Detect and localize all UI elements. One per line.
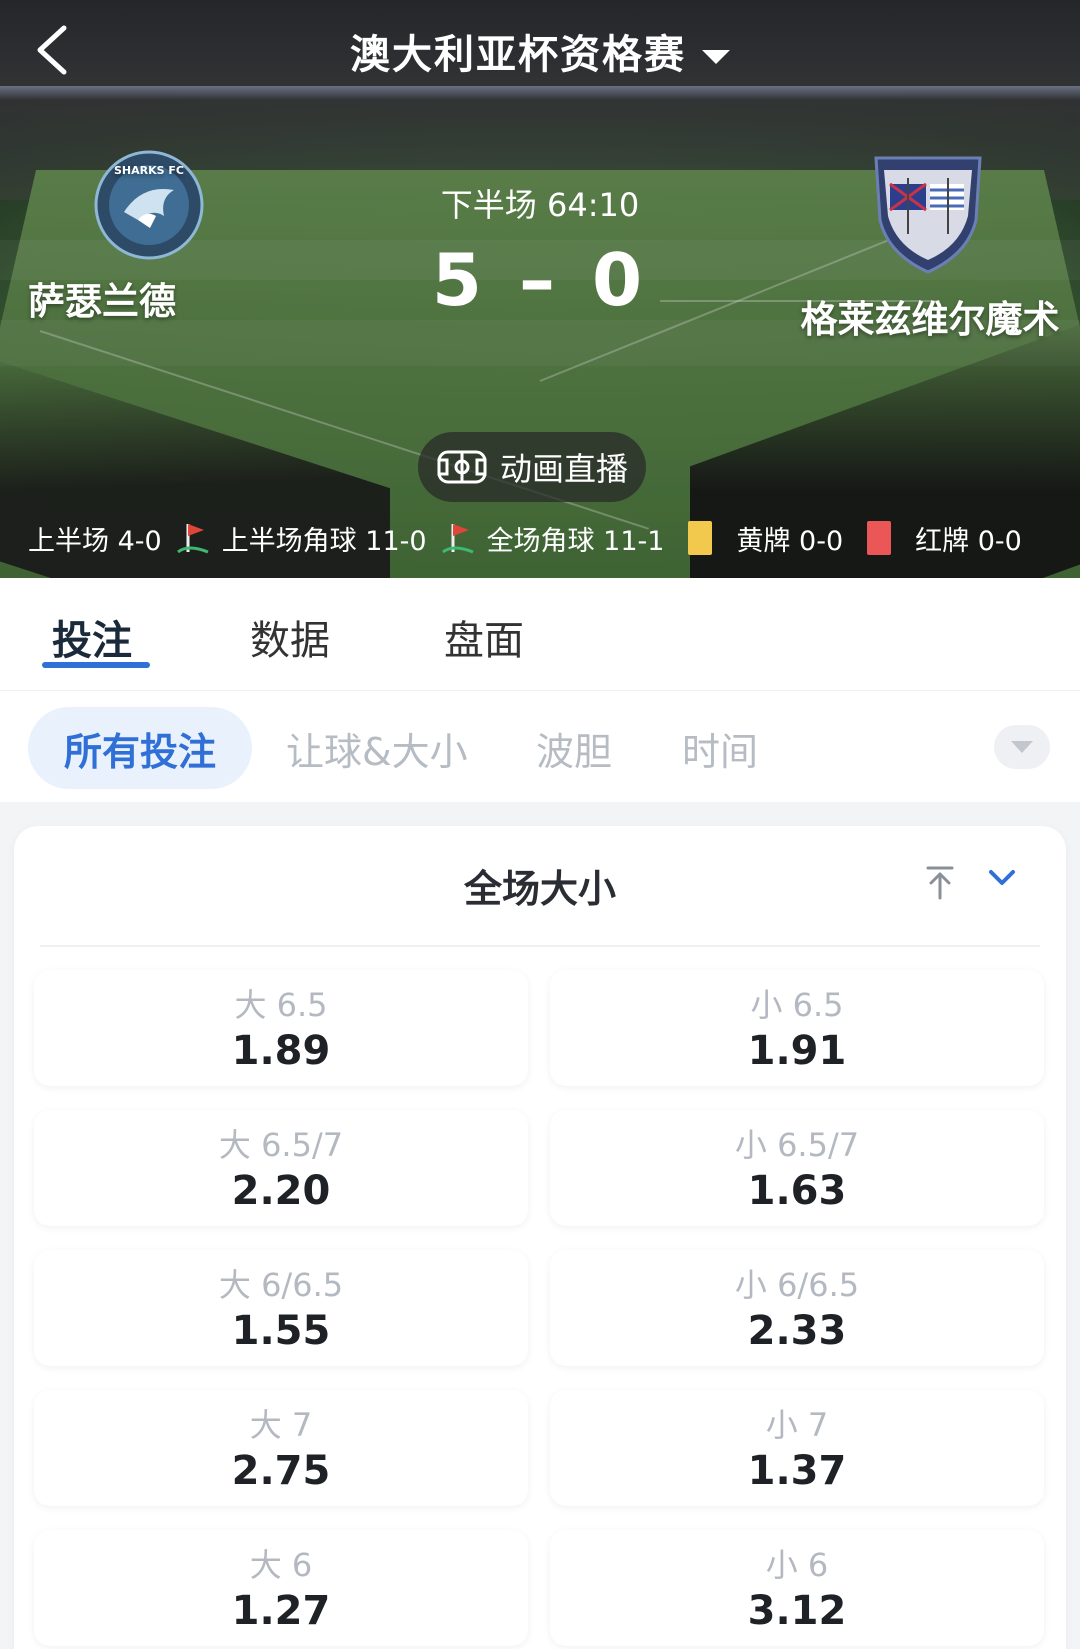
- odds-over-cell[interactable]: 大 6 1.27: [34, 1530, 528, 1646]
- odds-value: 2.75: [231, 1448, 331, 1494]
- bet-filter-bar: 所有投注 让球&大小 波胆 时间: [0, 690, 1080, 802]
- home-team-name: 萨瑟兰德: [28, 280, 176, 323]
- first-half-score: 上半场 4-0: [28, 525, 162, 557]
- match-stats-row: 上半场 4-0 上半场角球 11-0 全场角球 11-1 黄牌 0-0 红牌 0…: [28, 516, 1080, 560]
- odds-value: 2.33: [747, 1308, 847, 1354]
- odds-value: 2.20: [231, 1168, 331, 1214]
- odds-value: 3.12: [747, 1588, 847, 1634]
- market-title: 全场大小: [463, 867, 616, 911]
- odds-value: 1.55: [231, 1308, 331, 1354]
- pitch-icon: [437, 450, 487, 484]
- odds-over-cell[interactable]: 大 7 2.75: [34, 1390, 528, 1506]
- active-tab-indicator: [42, 662, 150, 668]
- league-title: 澳大利亚杯资格赛: [350, 32, 686, 78]
- tab-bet[interactable]: 投注: [52, 608, 132, 666]
- home-team-logo: SHARKS FC: [94, 150, 204, 260]
- odds-value: 1.37: [747, 1448, 847, 1494]
- triangle-down-icon: [1011, 741, 1033, 753]
- filter-expand-button[interactable]: [994, 725, 1050, 769]
- main-tabs: 投注 数据 盘面: [0, 578, 1080, 690]
- red-card-icon: [867, 521, 892, 555]
- odds-line-label: 大 6.5/7: [218, 1126, 344, 1164]
- odds-over-cell[interactable]: 大 6.5/7 2.20: [34, 1110, 528, 1226]
- odds-line-label: 小 6/6.5: [734, 1266, 860, 1304]
- market-card-full-totals: 全场大小 大 6.5 1.89 小 6.5 1.91 大 6.5/7 2.20 …: [14, 826, 1066, 1649]
- yellow-card-icon: [688, 521, 713, 555]
- odds-line-label: 大 6.5: [234, 986, 328, 1024]
- pin-to-top-button[interactable]: [920, 862, 960, 902]
- filter-time[interactable]: 时间: [682, 707, 758, 789]
- odds-line-label: 小 6.5/7: [734, 1126, 860, 1164]
- odds-over-cell[interactable]: 大 6.5 1.89: [34, 970, 528, 1086]
- odds-line-label: 小 6.5: [750, 986, 844, 1024]
- odds-line-label: 大 7: [249, 1406, 313, 1444]
- filter-all-bets[interactable]: 所有投注: [28, 707, 252, 789]
- match-clock: 下半场 64:10: [440, 186, 640, 224]
- match-score: 5 – 0: [431, 238, 649, 322]
- pin-top-icon: [926, 866, 954, 900]
- away-team-logo: [874, 156, 982, 274]
- yellow-cards: 黄牌 0-0: [736, 525, 844, 557]
- odds-under-cell[interactable]: 小 7 1.37: [550, 1390, 1044, 1506]
- odds-under-cell[interactable]: 小 6.5/7 1.63: [550, 1110, 1044, 1226]
- odds-line-label: 大 6: [249, 1546, 313, 1584]
- first-half-corners: 上半场角球 11-0: [221, 525, 427, 557]
- league-selector[interactable]: 澳大利亚杯资格赛: [0, 22, 1080, 80]
- home-team[interactable]: SHARKS FC 萨瑟兰德: [20, 150, 250, 328]
- animation-live-label: 动画直播: [499, 450, 628, 488]
- odds-line-label: 小 7: [765, 1406, 829, 1444]
- match-banner: 澳大利亚杯资格赛 SHARKS FC 萨瑟兰德 格莱兹维尔魔术 下半场 64:1…: [0, 0, 1080, 578]
- corner-flag-icon: [176, 524, 209, 554]
- chevron-down-icon: [989, 870, 1015, 885]
- filter-correct-score[interactable]: 波胆: [536, 707, 612, 789]
- caret-down-icon: [702, 50, 730, 64]
- animation-live-button[interactable]: 动画直播: [418, 432, 646, 502]
- odds-under-cell[interactable]: 小 6 3.12: [550, 1530, 1044, 1646]
- tab-odds-board[interactable]: 盘面: [444, 608, 524, 666]
- odds-value: 1.63: [747, 1168, 847, 1214]
- red-cards: 红牌 0-0: [915, 525, 1022, 557]
- market-divider: [40, 945, 1040, 947]
- corner-flag-icon: [441, 524, 474, 554]
- odds-value: 1.91: [747, 1028, 847, 1074]
- odds-line-label: 大 6/6.5: [218, 1266, 344, 1304]
- odds-line-label: 小 6: [765, 1546, 829, 1584]
- odds-under-cell[interactable]: 小 6/6.5 2.33: [550, 1250, 1044, 1366]
- odds-value: 1.27: [231, 1588, 331, 1634]
- odds-over-cell[interactable]: 大 6/6.5 1.55: [34, 1250, 528, 1366]
- away-team-name: 格莱兹维尔魔术: [800, 298, 1060, 341]
- odds-value: 1.89: [231, 1028, 331, 1074]
- odds-under-cell[interactable]: 小 6.5 1.91: [550, 970, 1044, 1086]
- filter-handicap-totals[interactable]: 让球&大小: [286, 707, 468, 789]
- collapse-market-button[interactable]: [982, 858, 1022, 898]
- away-team[interactable]: 格莱兹维尔魔术: [800, 150, 1060, 346]
- home-logo-text: SHARKS FC: [114, 164, 184, 177]
- full-time-corners: 全场角球 11-1: [486, 525, 665, 557]
- tab-data[interactable]: 数据: [250, 608, 330, 666]
